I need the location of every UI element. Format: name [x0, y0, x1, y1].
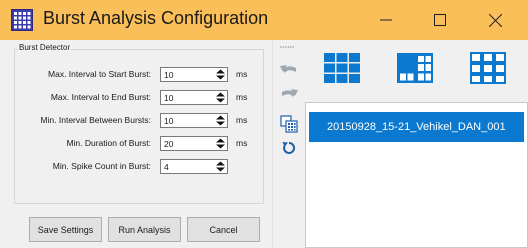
spinner-arrows-icon[interactable]: [215, 115, 226, 126]
spinner-value: 10: [164, 93, 174, 103]
spinner-value: 10: [164, 116, 174, 126]
run-analysis-button[interactable]: Run Analysis: [108, 217, 181, 242]
spinner-arrows-icon[interactable]: [215, 92, 226, 103]
maximize-icon: [434, 14, 446, 26]
spinner-value: 20: [164, 139, 174, 149]
window-title: Burst Analysis Configuration: [43, 8, 269, 28]
undo-icon[interactable]: [278, 58, 300, 80]
spinner-value: 10: [164, 70, 174, 80]
unit-label: ms: [236, 138, 248, 148]
unit-label: ms: [236, 115, 248, 125]
minimize-button[interactable]: [363, 0, 409, 40]
cancel-button[interactable]: Cancel: [187, 217, 260, 242]
settings-panel: Burst Detector Max. Interval to Start Bu…: [0, 40, 272, 248]
spinner-arrows-icon[interactable]: [215, 69, 226, 80]
field-label: Max. Interval to End Burst:: [50, 92, 151, 102]
field-label: Max. Interval to Start Burst:: [48, 69, 151, 79]
spinner-arrows-icon[interactable]: [215, 161, 226, 172]
group-title: Burst Detector: [18, 43, 72, 52]
redo-icon[interactable]: [278, 82, 300, 104]
field-label: Min. Duration of Burst:: [66, 138, 151, 148]
min-spike-count-spinner[interactable]: 4: [160, 159, 228, 174]
field-row-max-interval-start: Max. Interval to Start Burst: 10 ms: [14, 67, 264, 83]
grid-3x2-icon[interactable]: [322, 48, 362, 88]
unit-label: ms: [236, 92, 248, 102]
maximize-button[interactable]: [417, 0, 463, 40]
panel-splitter[interactable]: [272, 40, 302, 248]
spinner-value: 4: [164, 162, 169, 172]
data-panel: 20150928_15-21_Vehikel_DAN_001: [302, 40, 528, 248]
save-settings-button[interactable]: Save Settings: [29, 217, 102, 242]
field-row-min-duration: Min. Duration of Burst: 20 ms: [14, 136, 264, 152]
unit-label: ms: [236, 69, 248, 79]
title-bar: Burst Analysis Configuration: [0, 0, 528, 40]
min-duration-spinner[interactable]: 20: [160, 136, 228, 151]
spinner-arrows-icon[interactable]: [215, 138, 226, 149]
grid-3x3-icon[interactable]: [395, 48, 435, 88]
field-row-min-spike-count: Min. Spike Count in Burst: 4: [14, 159, 264, 175]
copy-icon[interactable]: [278, 113, 300, 135]
reset-icon[interactable]: [278, 137, 300, 159]
minimize-icon: [380, 19, 392, 21]
grid-3x3-outline-icon[interactable]: [468, 48, 508, 88]
field-row-max-interval-end: Max. Interval to End Burst: 10 ms: [14, 90, 264, 106]
file-list[interactable]: 20150928_15-21_Vehikel_DAN_001: [305, 102, 528, 248]
field-label: Min. Spike Count in Burst:: [52, 161, 151, 171]
app-grid-icon: [11, 9, 33, 31]
max-interval-end-spinner[interactable]: 10: [160, 90, 228, 105]
list-item[interactable]: 20150928_15-21_Vehikel_DAN_001: [309, 112, 524, 142]
min-interval-between-spinner[interactable]: 10: [160, 113, 228, 128]
max-interval-start-spinner[interactable]: 10: [160, 67, 228, 82]
close-button[interactable]: [472, 0, 518, 40]
splitter-grip-icon[interactable]: [280, 45, 294, 49]
field-row-min-interval-between: Min. Interval Between Bursts: 10 ms: [14, 113, 264, 129]
field-label: Min. Interval Between Bursts:: [40, 115, 151, 125]
close-icon: [488, 13, 502, 27]
